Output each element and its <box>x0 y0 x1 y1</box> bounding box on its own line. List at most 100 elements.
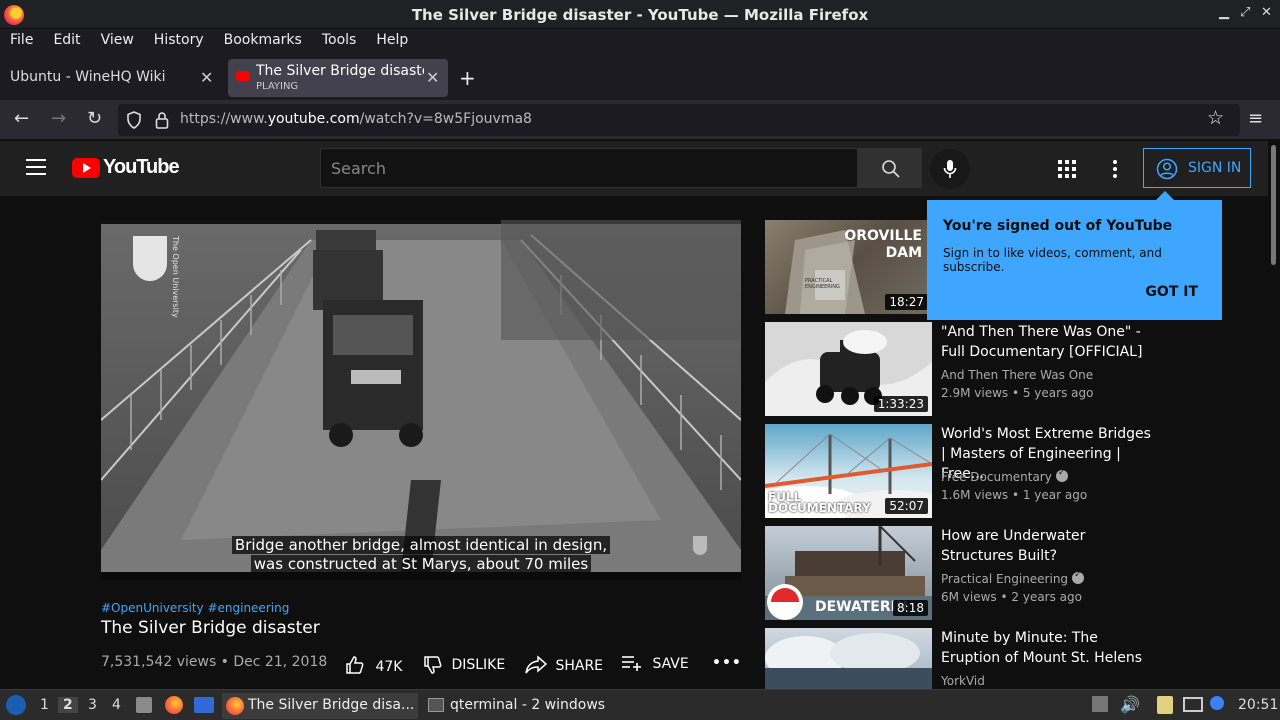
volume-icon[interactable]: 🔊 <box>1120 695 1140 714</box>
account-icon <box>1156 158 1178 180</box>
like-button[interactable]: 47K <box>345 655 402 675</box>
firefox-launcher-icon[interactable] <box>165 696 183 714</box>
verified-badge-icon <box>1055 468 1068 482</box>
menu-file[interactable]: File <box>0 29 43 53</box>
notification-icon[interactable] <box>1210 696 1224 710</box>
recommendation-thumbnail[interactable]: 1:33:23 <box>765 322 932 416</box>
app-menu-icon[interactable]: ≡ <box>1248 108 1263 129</box>
menu-view[interactable]: View <box>91 29 144 53</box>
back-icon[interactable]: ← <box>14 108 29 129</box>
recommendation-item[interactable]: FULL DOCUMENTARY 52:07 World's Most Extr… <box>765 424 1165 519</box>
playlist-add-icon <box>622 656 641 671</box>
recommendation-channel[interactable]: Free Documentary <box>941 468 1068 484</box>
taskbar-app-label: qterminal - 2 windows <box>450 697 606 713</box>
minimize-icon[interactable]: ▁ <box>1219 5 1229 20</box>
menu-help[interactable]: Help <box>366 29 418 53</box>
dislike-button[interactable]: DISLIKE <box>423 655 505 675</box>
verified-badge-icon <box>1072 570 1085 584</box>
scrollbar-thumb[interactable] <box>1271 145 1276 265</box>
url-text[interactable]: https://www.youtube.com/watch?v=8w5Fjouv… <box>180 111 532 127</box>
video-duration: 1:33:23 <box>873 396 928 412</box>
window-title: The Silver Bridge disaster - YouTube — M… <box>411 6 869 24</box>
menu-bookmarks[interactable]: Bookmarks <box>214 29 312 53</box>
recommendation-thumbnail[interactable]: OROVILLE DAM PRACTICAL ENGINEERING 18:27 <box>765 220 932 314</box>
got-it-button[interactable]: GOT IT <box>1145 284 1198 300</box>
recommendation-item[interactable]: 1:33:23 "And Then There Was One" - Full … <box>765 322 1165 417</box>
save-label: SAVE <box>652 656 689 672</box>
apps-grid-icon[interactable] <box>1058 160 1076 178</box>
tab-winehq[interactable]: Ubuntu - WineHQ Wiki ✕ <box>0 59 222 97</box>
workspace-2[interactable]: 2 <box>58 697 78 713</box>
url-bar[interactable]: https://www.youtube.com/watch?v=8w5Fjouv… <box>118 104 1240 136</box>
recommendation-thumbnail[interactable]: FULL DOCUMENTARY 52:07 <box>765 424 932 518</box>
tab-playing-status: PLAYING <box>256 81 299 92</box>
share-button[interactable]: SHARE <box>525 655 603 675</box>
recommendation-item[interactable]: Minute by Minute: The Eruption of Mount … <box>765 628 1165 689</box>
tab-close-icon[interactable]: ✕ <box>200 68 213 87</box>
menubar: File Edit View History Bookmarks Tools H… <box>0 29 1280 53</box>
sign-in-label: SIGN IN <box>1188 160 1242 176</box>
video-hashtags[interactable]: #OpenUniversity #engineering <box>101 601 289 615</box>
recommendation-title[interactable]: "And Then There Was One" - Full Document… <box>941 322 1156 362</box>
menu-edit[interactable]: Edit <box>43 29 90 53</box>
voice-search-button[interactable] <box>930 149 970 189</box>
firefox-app-icon <box>226 697 244 715</box>
workspace-3[interactable]: 3 <box>88 697 97 713</box>
popup-body: Sign in to like videos, comment, and sub… <box>943 246 1162 274</box>
taskbar-app-firefox[interactable]: The Silver Bridge disa... <box>222 693 418 719</box>
thumbnail-art <box>765 633 932 689</box>
desktop-icon[interactable] <box>194 697 214 713</box>
video-watermark-text: The Open University <box>171 235 180 318</box>
tab-bar: Ubuntu - WineHQ Wiki ✕ The Silver Bridge… <box>0 53 1280 100</box>
recommendation-thumbnail[interactable]: DEWATERIN 8:18 <box>765 526 932 620</box>
tray-up-icon[interactable] <box>1092 696 1108 712</box>
new-tab-icon[interactable]: + <box>459 66 476 90</box>
start-menu-icon[interactable] <box>6 695 26 715</box>
forward-icon[interactable]: → <box>51 108 66 129</box>
clipboard-icon[interactable] <box>1157 696 1173 714</box>
hamburger-menu-icon[interactable] <box>26 159 46 175</box>
recommendation-thumbnail[interactable] <box>765 628 932 689</box>
thumbnail-text: FULL DOCUMENTARY <box>768 490 871 515</box>
recommendation-meta: 6M views • 2 years ago <box>941 590 1082 604</box>
menu-tools[interactable]: Tools <box>312 29 367 53</box>
recommendation-channel[interactable]: YorkVid <box>941 674 985 688</box>
recommendation-channel[interactable]: And Then There Was One <box>941 368 1093 382</box>
workspace-4[interactable]: 4 <box>112 697 121 713</box>
bookmark-star-icon[interactable]: ☆ <box>1207 107 1224 129</box>
menu-history[interactable]: History <box>144 29 214 53</box>
sign-in-button[interactable]: SIGN IN <box>1143 148 1251 188</box>
search-input[interactable] <box>321 149 857 187</box>
file-manager-icon[interactable] <box>136 697 152 713</box>
video-player[interactable]: The Open University Bridge another bridg… <box>101 220 741 580</box>
tab-youtube[interactable]: The Silver Bridge disaster - YouTube PLA… <box>228 59 448 97</box>
tab-label: The Silver Bridge disaster - YouTube <box>256 63 424 79</box>
save-button[interactable]: SAVE <box>622 655 689 672</box>
youtube-header: YouTube SIGN IN <box>0 141 1268 196</box>
reload-icon[interactable]: ↻ <box>87 108 102 129</box>
search-box <box>320 148 858 188</box>
youtube-logo-icon[interactable] <box>72 158 100 178</box>
lock-icon[interactable] <box>155 111 169 129</box>
microphone-icon <box>943 160 957 178</box>
close-window-icon[interactable]: ✕ <box>1261 5 1272 20</box>
page-scrollbar[interactable] <box>1268 141 1280 689</box>
youtube-logo-text[interactable]: YouTube <box>103 156 180 179</box>
maximize-icon[interactable]: ⤢ <box>1240 5 1250 20</box>
recommendation-title[interactable]: Minute by Minute: The Eruption of Mount … <box>941 628 1156 668</box>
shield-icon[interactable] <box>126 111 142 129</box>
more-actions-icon[interactable]: ••• <box>712 655 742 671</box>
recommendation-title[interactable]: How are Underwater Structures Built? <box>941 526 1156 566</box>
tab-close-icon[interactable]: ✕ <box>426 68 439 87</box>
video-frame: The Open University <box>101 220 741 580</box>
popup-heading: You're signed out of YouTube <box>943 218 1173 234</box>
thumbs-down-icon <box>424 656 442 674</box>
display-icon[interactable] <box>1183 697 1203 712</box>
taskbar-app-terminal[interactable]: qterminal - 2 windows <box>424 693 614 719</box>
video-title: The Silver Bridge disaster <box>101 618 320 638</box>
recommendation-item[interactable]: DEWATERIN 8:18 How are Underwater Struct… <box>765 526 1165 621</box>
workspace-1[interactable]: 1 <box>40 697 49 713</box>
search-button[interactable] <box>858 148 922 188</box>
recommendation-channel[interactable]: Practical Engineering <box>941 570 1085 586</box>
settings-more-icon[interactable] <box>1113 160 1117 181</box>
